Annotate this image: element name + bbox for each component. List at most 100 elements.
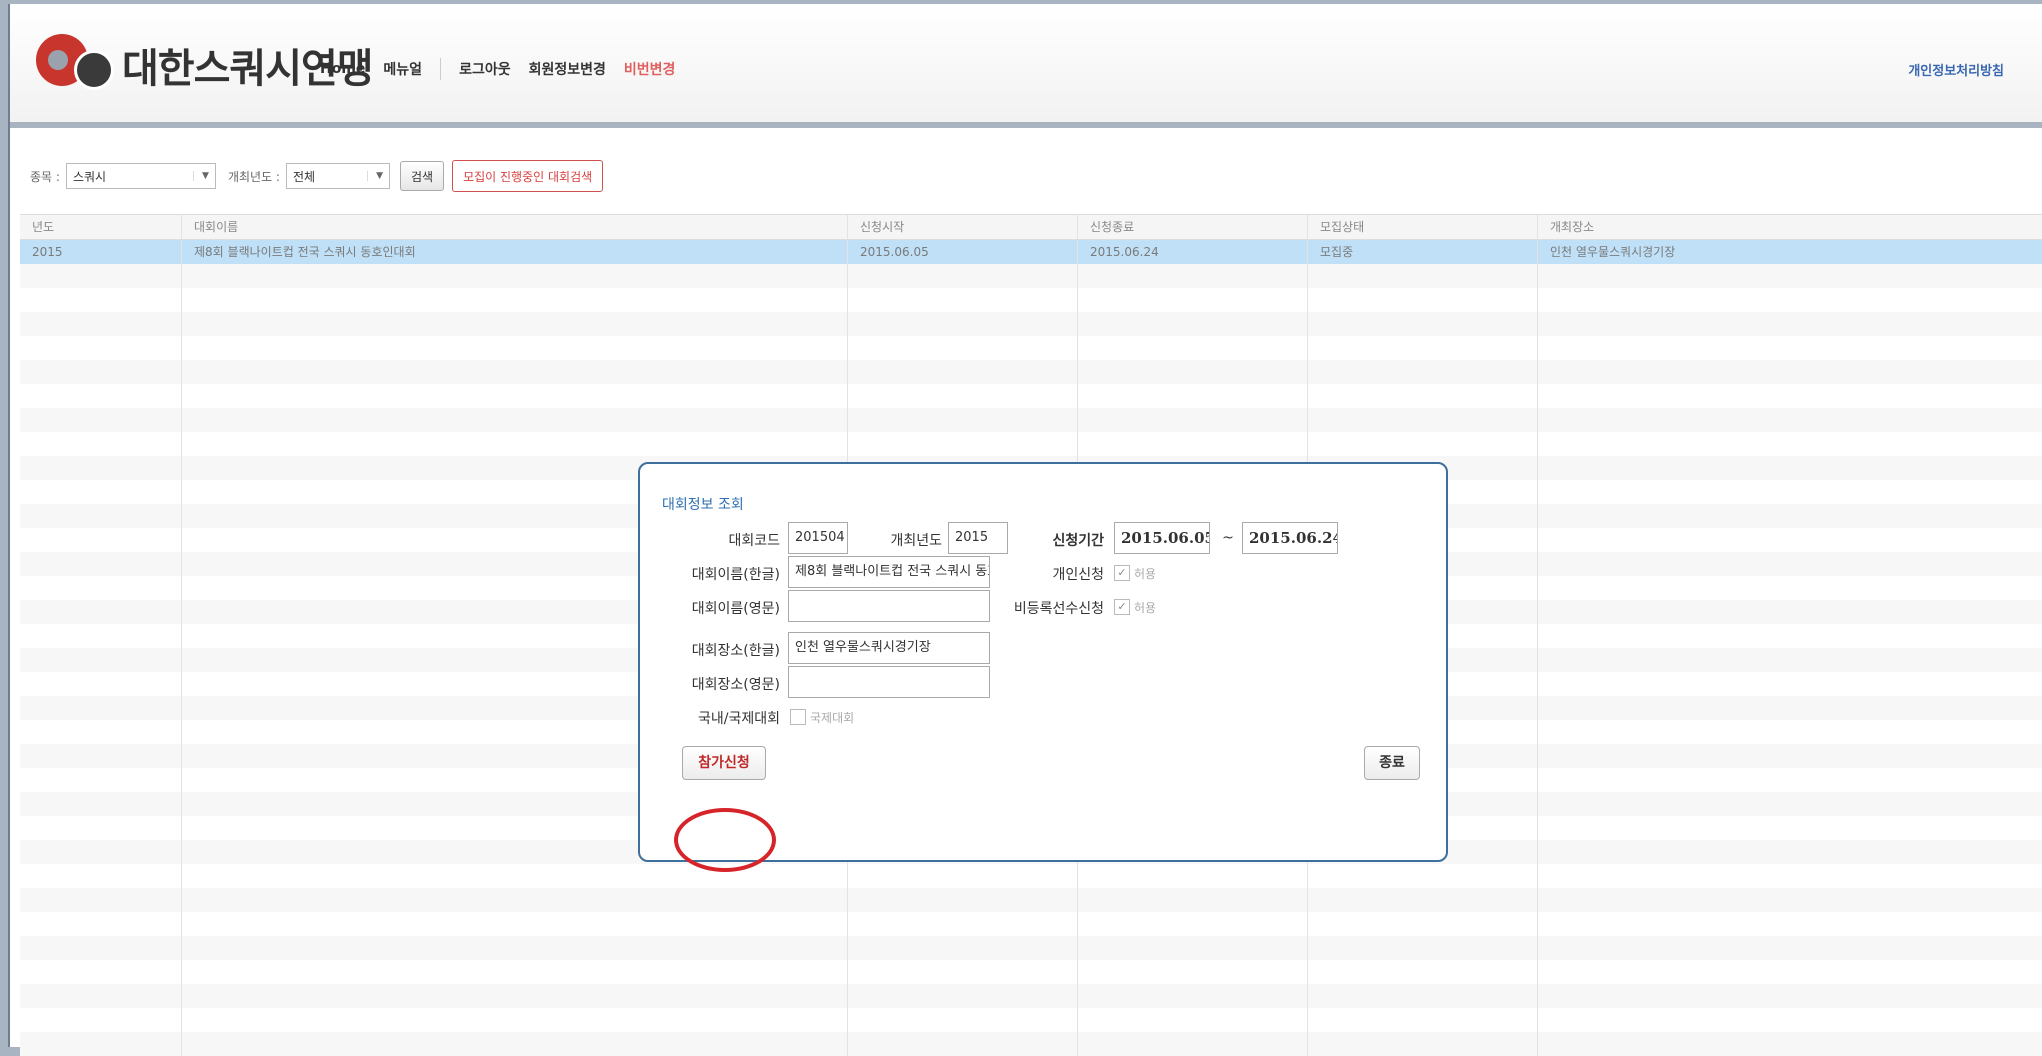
column-header-venue[interactable]: 개최장소 xyxy=(1538,215,2042,239)
empty-cell xyxy=(182,360,848,384)
empty-cell xyxy=(1538,504,2042,528)
event-select[interactable]: 스쿼시 ▼ xyxy=(65,163,216,189)
empty-cell xyxy=(20,312,182,336)
table-row[interactable]: 2015 제8회 블랙나이트컵 전국 스쿼시 동호인대회 2015.06.05 … xyxy=(20,240,2042,264)
empty-cell xyxy=(848,312,1078,336)
empty-cell xyxy=(1538,360,2042,384)
empty-cell xyxy=(848,1032,1078,1056)
empty-cell xyxy=(1538,984,2042,1008)
empty-row xyxy=(20,408,2042,432)
venue-kr-field[interactable]: 인천 열우물스쿼시경기장 xyxy=(788,632,990,664)
empty-cell xyxy=(1538,648,2042,672)
recruiting-search-button[interactable]: 모집이 진행중인 대회검색 xyxy=(452,160,604,192)
empty-cell xyxy=(1078,1032,1308,1056)
empty-cell xyxy=(20,1032,182,1056)
empty-cell xyxy=(1538,312,2042,336)
venue-en-label: 대회장소(영문) xyxy=(691,677,780,693)
intl-label: 국내/국제대회 xyxy=(698,711,780,727)
empty-cell xyxy=(20,600,182,624)
name-en-field[interactable] xyxy=(788,590,990,622)
empty-cell xyxy=(1078,360,1308,384)
unregistered-option: 허용 xyxy=(1134,601,1157,615)
empty-cell xyxy=(1308,432,1538,456)
empty-cell xyxy=(20,840,182,864)
empty-cell xyxy=(1538,624,2042,648)
period-label: 신청기간 xyxy=(1052,533,1104,549)
empty-cell xyxy=(1078,984,1308,1008)
empty-cell xyxy=(1538,768,2042,792)
empty-cell xyxy=(182,336,848,360)
empty-cell xyxy=(1078,960,1308,984)
period-end-field[interactable]: 2015.06.24 xyxy=(1242,522,1338,554)
nav-home[interactable]: Home xyxy=(320,61,365,77)
cell-venue: 인천 열우물스쿼시경기장 xyxy=(1538,240,2042,264)
empty-cell xyxy=(1538,552,2042,576)
empty-cell xyxy=(1538,408,2042,432)
unregistered-checkbox[interactable]: ✓ xyxy=(1114,599,1130,615)
empty-row xyxy=(20,432,2042,456)
column-header-status[interactable]: 모집상태 xyxy=(1308,215,1538,239)
venue-en-field[interactable] xyxy=(788,666,990,698)
empty-cell xyxy=(182,960,848,984)
empty-cell xyxy=(20,264,182,288)
logo[interactable] xyxy=(36,34,114,90)
empty-row xyxy=(20,288,2042,312)
nav-manual[interactable]: 메뉴얼 xyxy=(383,59,422,79)
empty-cell xyxy=(848,960,1078,984)
empty-cell xyxy=(182,864,848,888)
code-field[interactable]: 201504 xyxy=(788,522,848,554)
name-kr-label: 대회이름(한글) xyxy=(691,567,780,583)
empty-cell xyxy=(1308,912,1538,936)
empty-cell xyxy=(1538,960,2042,984)
empty-row xyxy=(20,1008,2042,1032)
cell-name: 제8회 블랙나이트컵 전국 스쿼시 동호인대회 xyxy=(182,240,848,264)
intl-checkbox[interactable] xyxy=(790,709,806,725)
empty-cell xyxy=(20,960,182,984)
unregistered-label: 비등록선수신청 xyxy=(1013,601,1104,617)
empty-cell xyxy=(848,936,1078,960)
cell-status: 모집중 xyxy=(1308,240,1538,264)
top-nav: Home 메뉴얼 로그아웃 회원정보변경 비번변경 xyxy=(320,58,675,80)
empty-cell xyxy=(848,912,1078,936)
nav-logout[interactable]: 로그아웃 xyxy=(459,59,511,79)
empty-cell xyxy=(848,384,1078,408)
nav-change-password[interactable]: 비번변경 xyxy=(624,59,676,79)
empty-cell xyxy=(1538,288,2042,312)
empty-cell xyxy=(1308,264,1538,288)
empty-cell xyxy=(182,288,848,312)
empty-cell xyxy=(182,984,848,1008)
name-kr-field[interactable]: 제8회 블랙나이트컵 전국 스쿼시 동호인대회 xyxy=(788,556,990,588)
column-header-start[interactable]: 신청시작 xyxy=(848,215,1078,239)
empty-cell xyxy=(20,888,182,912)
empty-cell xyxy=(1308,864,1538,888)
year-select[interactable]: 전체 ▼ xyxy=(285,163,390,189)
apply-button[interactable]: 참가신청 xyxy=(682,746,766,780)
empty-cell xyxy=(1078,288,1308,312)
empty-cell xyxy=(20,1008,182,1032)
empty-cell xyxy=(20,768,182,792)
empty-cell xyxy=(1538,672,2042,696)
search-button[interactable]: 검색 xyxy=(399,161,445,191)
empty-cell xyxy=(1538,816,2042,840)
individual-checkbox[interactable]: ✓ xyxy=(1114,565,1130,581)
code-label: 대회코드 xyxy=(728,533,780,549)
nav-edit-profile[interactable]: 회원정보변경 xyxy=(529,59,606,79)
empty-cell xyxy=(848,360,1078,384)
empty-cell xyxy=(1308,408,1538,432)
column-header-name[interactable]: 대회이름 xyxy=(182,215,848,239)
privacy-policy-link[interactable]: 개인정보처리방침 xyxy=(1908,60,2004,79)
empty-cell xyxy=(20,480,182,504)
empty-cell xyxy=(20,576,182,600)
individual-option: 허용 xyxy=(1134,567,1157,581)
empty-cell xyxy=(1538,576,2042,600)
column-header-end[interactable]: 신청종료 xyxy=(1078,215,1308,239)
year-field[interactable]: 2015 xyxy=(948,522,1008,554)
empty-cell xyxy=(1538,384,2042,408)
close-button[interactable]: 종료 xyxy=(1364,746,1420,780)
empty-cell xyxy=(1308,312,1538,336)
cell-end: 2015.06.24 xyxy=(1078,240,1308,264)
column-header-year[interactable]: 년도 xyxy=(20,215,182,239)
empty-cell xyxy=(20,360,182,384)
empty-cell xyxy=(20,408,182,432)
period-start-field[interactable]: 2015.06.05 xyxy=(1114,522,1210,554)
